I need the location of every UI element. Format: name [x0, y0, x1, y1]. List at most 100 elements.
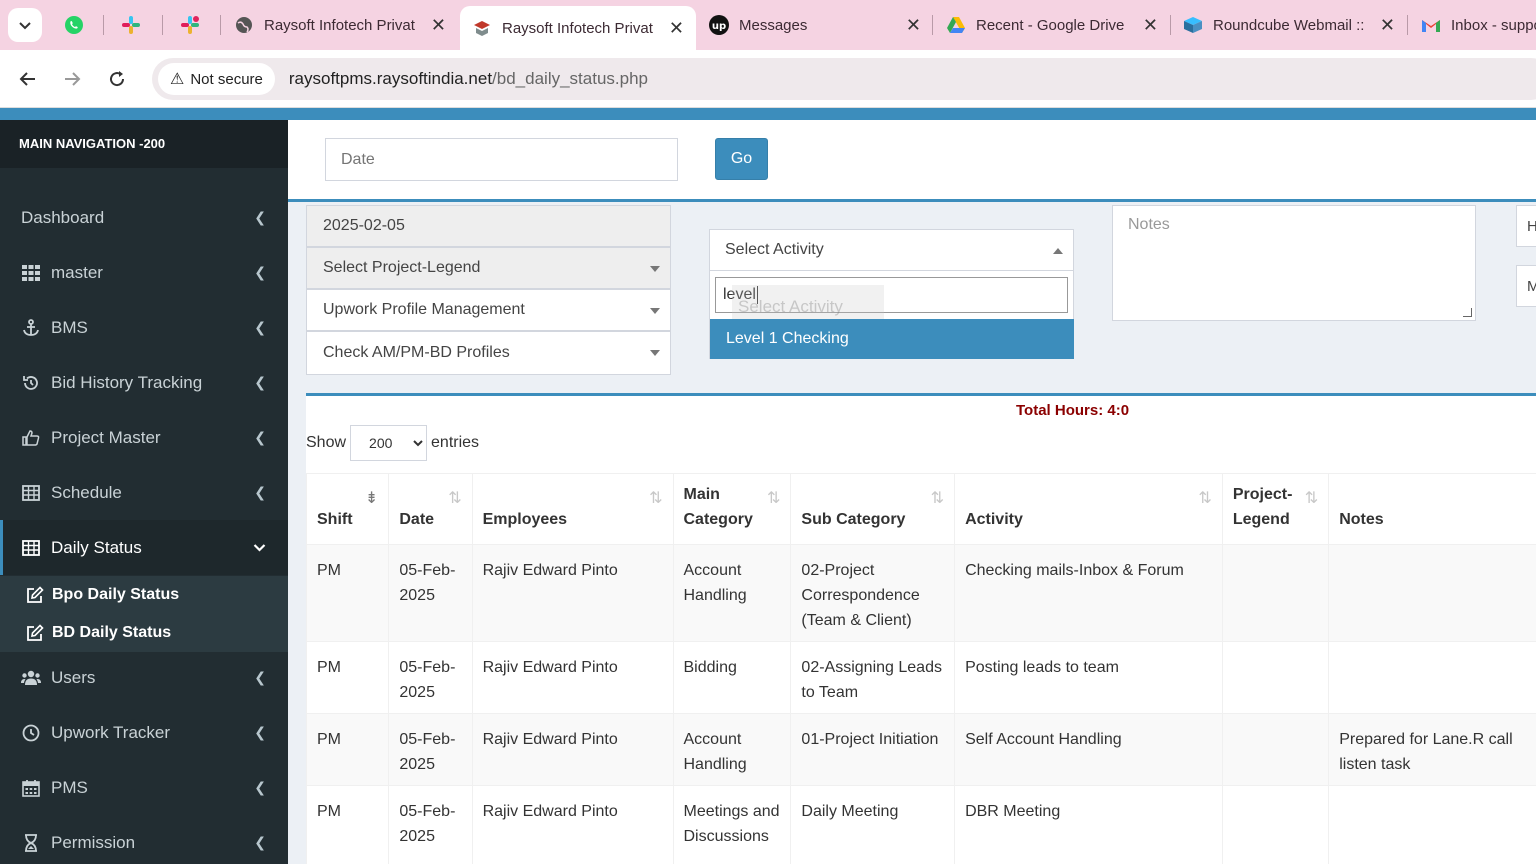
sidebar-item-users[interactable]: Users ❮	[0, 650, 288, 705]
column-header-main-category[interactable]: Main Category ⇅	[672, 473, 792, 545]
forward-button[interactable]	[57, 64, 87, 94]
hours-field[interactable]: H	[1516, 205, 1536, 247]
pinned-tab-whatsapp[interactable]	[50, 8, 98, 42]
back-button[interactable]	[13, 64, 43, 94]
raysoft-logo-icon	[474, 21, 490, 36]
sidebar-item-dashboard[interactable]: Dashboard ❮	[0, 190, 288, 245]
sort-icon: ⇅	[448, 490, 462, 507]
browser-tab-gmail[interactable]: Inbox - suppo	[1409, 6, 1536, 44]
column-header-date[interactable]: Date ⇅	[388, 473, 473, 545]
sort-icon: ⇅	[1304, 490, 1319, 507]
sidebar-item-pms[interactable]: PMS ❮	[0, 760, 288, 815]
svg-text:up: up	[712, 21, 726, 32]
sidebar-item-schedule[interactable]: Schedule ❮	[0, 465, 288, 520]
daily-status-table: Shift ⇟ Date ⇅ Employees ⇅ Main Category ⇅ S…	[305, 473, 1536, 864]
sidebar-item-bms[interactable]: BMS ❮	[0, 300, 288, 355]
pinned-tab-slack-1[interactable]	[107, 8, 155, 42]
reload-button[interactable]	[102, 64, 132, 94]
caret-down-icon	[650, 350, 660, 356]
column-header-sub-category[interactable]: Sub Category ⇅	[790, 473, 956, 545]
browser-tab-roundcube[interactable]: Roundcube Webmail :: ✕	[1171, 6, 1407, 44]
caret-up-icon	[1053, 248, 1063, 254]
activity-option-highlighted[interactable]: Level 1 Checking	[710, 319, 1074, 359]
main-content: Go 2025-02-05 Select Project-Legend Upwo…	[288, 120, 1536, 864]
sort-icon: ⇅	[930, 490, 945, 507]
url-text: raysoftpms.raysoftindia.net/bd_daily_sta…	[288, 69, 648, 88]
browser-toolbar: ⚠ Not secure raysoftpms.raysoftindia.net…	[0, 50, 1536, 108]
chevron-left-icon: ❮	[254, 484, 266, 500]
sidebar-subitem-bpo-daily-status[interactable]: Bpo Daily Status	[0, 576, 288, 614]
column-header-shift[interactable]: Shift ⇟	[305, 473, 390, 545]
go-button[interactable]: Go	[715, 138, 768, 180]
globe-icon	[236, 17, 252, 33]
browser-tab-bar: Raysoft Infotech Privat ✕ Raysoft Infote…	[0, 0, 1536, 50]
sidebar-item-master[interactable]: master ❮	[0, 245, 288, 300]
chevron-left-icon: ❮	[254, 264, 266, 280]
total-hours: Total Hours: 4:0	[1016, 402, 1130, 419]
column-header-notes[interactable]: Notes	[1328, 473, 1536, 545]
browser-tab-google-drive[interactable]: Recent - Google Drive ✕	[934, 6, 1170, 44]
close-icon[interactable]: ✕	[431, 15, 446, 36]
chevron-left-icon: ❮	[254, 724, 266, 740]
hourglass-icon	[25, 833, 37, 852]
close-icon[interactable]: ✕	[906, 15, 921, 36]
table-row: PM 05-Feb-2025 Rajiv Edward Pinto Account …	[305, 544, 1536, 642]
calendar-icon	[22, 779, 40, 797]
sub-category-select[interactable]: Check AM/PM-BD Profiles	[306, 331, 671, 375]
tab-title: Raysoft Infotech Privat	[502, 19, 653, 37]
edit-icon	[27, 624, 44, 641]
sidebar-item-upwork-tracker[interactable]: Upwork Tracker ❮	[0, 705, 288, 760]
arrow-right-icon	[65, 72, 81, 86]
close-icon[interactable]: ✕	[1380, 15, 1395, 36]
daily-status-submenu: Bpo Daily Status BD Daily Status	[0, 576, 288, 652]
chevron-left-icon: ❮	[254, 834, 266, 850]
tab-title: Messages	[739, 16, 808, 34]
table-row: PM 05-Feb-2025 Rajiv Edward Pinto Meetings…	[305, 785, 1536, 864]
close-icon[interactable]: ✕	[669, 18, 684, 39]
tab-title: Roundcube Webmail ::	[1213, 16, 1365, 34]
activity-dropdown: level Select Activity Level 1 Checking	[709, 271, 1074, 359]
main-category-select[interactable]: Upwork Profile Management	[306, 289, 671, 331]
status-entry-form: 2025-02-05 Select Project-Legend Upwork …	[288, 205, 1536, 393]
grid-icon	[22, 264, 40, 281]
filter-box: Go	[288, 120, 1536, 202]
pinned-tab-slack-2[interactable]	[166, 8, 214, 42]
edit-icon	[27, 586, 44, 603]
activity-select[interactable]: Select Activity	[709, 229, 1074, 271]
sidebar-item-bid-history-tracking[interactable]: Bid History Tracking ❮	[0, 355, 288, 410]
column-header-project-legend[interactable]: Project-Legend ⇅	[1221, 473, 1330, 545]
project-legend-select[interactable]: Select Project-Legend	[306, 247, 671, 289]
resize-grip-icon[interactable]	[1463, 308, 1472, 317]
date-field[interactable]: 2025-02-05	[306, 205, 671, 247]
column-header-employees[interactable]: Employees ⇅	[471, 473, 674, 545]
minutes-field[interactable]: M	[1516, 265, 1536, 307]
column-header-activity[interactable]: Activity ⇅	[954, 473, 1223, 545]
sort-asc-icon: ⇟	[364, 490, 379, 507]
sidebar-item-project-master[interactable]: Project Master ❮	[0, 410, 288, 465]
browser-tab-raysoft-1[interactable]: Raysoft Infotech Privat ✕	[222, 6, 458, 44]
chevron-down-icon	[19, 22, 31, 30]
table-icon	[22, 539, 40, 556]
upwork-icon: up	[709, 15, 729, 35]
gmail-icon	[1422, 20, 1440, 32]
table-row: PM 05-Feb-2025 Rajiv Edward Pinto Bidding …	[305, 641, 1536, 714]
caret-down-icon	[650, 308, 660, 314]
security-chip[interactable]: ⚠ Not secure	[158, 63, 275, 95]
tab-search-button[interactable]	[8, 8, 42, 42]
slack-icon	[181, 16, 199, 34]
chevron-left-icon: ❮	[254, 429, 266, 445]
notes-textarea[interactable]: Notes	[1112, 205, 1476, 321]
date-filter-input[interactable]	[325, 138, 678, 181]
browser-tab-messages[interactable]: up Messages ✕	[697, 6, 933, 44]
thumbs-up-icon	[22, 429, 40, 446]
sidebar-item-permission[interactable]: Permission ❮	[0, 815, 288, 864]
page-size-select[interactable]: 200	[350, 425, 428, 461]
table-icon	[22, 484, 40, 501]
address-bar[interactable]: ⚠ Not secure raysoftpms.raysoftindia.net…	[152, 58, 1536, 100]
close-icon[interactable]: ✕	[1143, 15, 1158, 36]
sort-icon: ⇅	[767, 490, 781, 507]
sidebar-item-daily-status[interactable]: Daily Status	[0, 520, 288, 575]
sidebar-subitem-bd-daily-status[interactable]: BD Daily Status	[0, 614, 288, 652]
browser-tab-raysoft-active[interactable]: Raysoft Infotech Privat ✕	[460, 6, 696, 50]
clock-icon	[22, 724, 40, 741]
